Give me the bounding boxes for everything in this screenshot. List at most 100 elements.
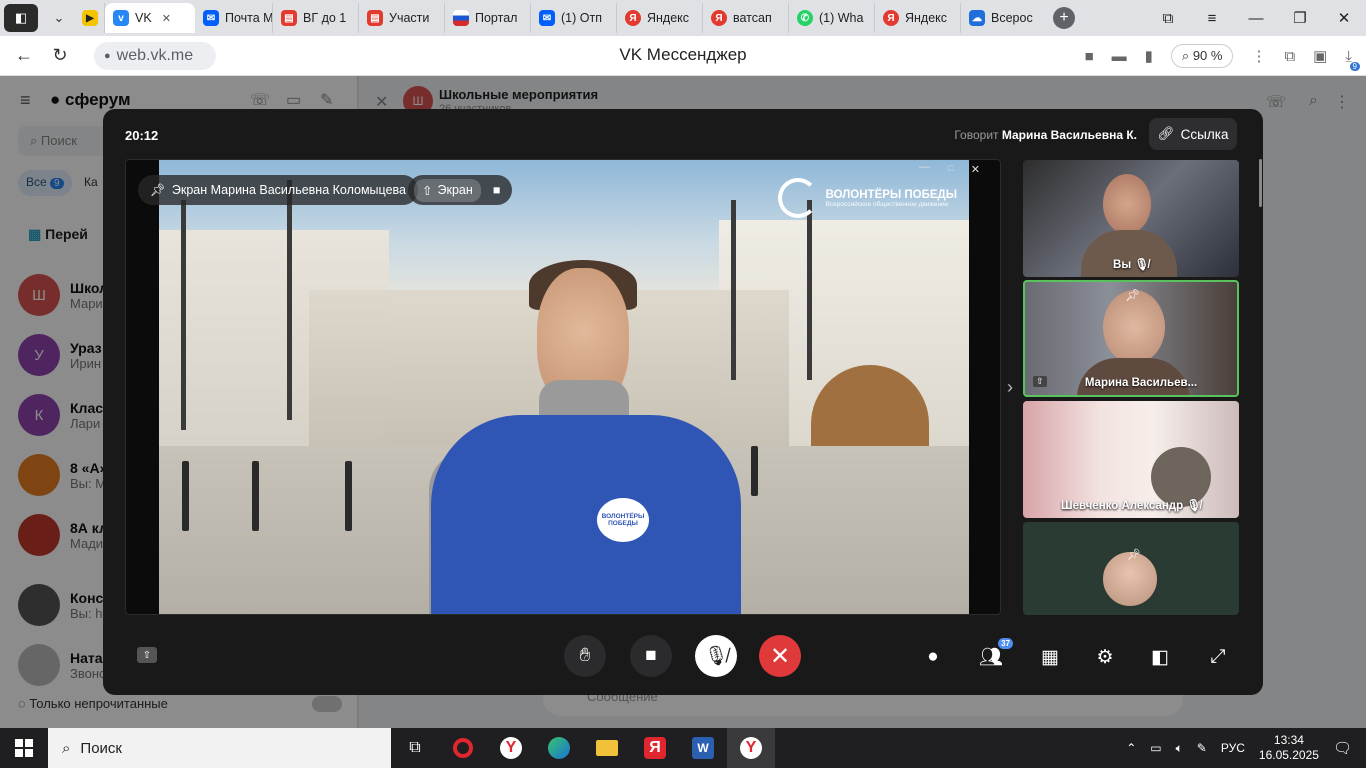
end-call-button[interactable]: ✕ xyxy=(759,635,801,677)
video-scene xyxy=(731,200,736,380)
new-tab-button[interactable]: + xyxy=(1053,7,1075,29)
collections-icon[interactable]: ⧉ xyxy=(1284,48,1295,65)
video-camera-icon: ■ xyxy=(492,183,501,197)
minimize-icon[interactable]: — xyxy=(1234,10,1278,27)
shared-screen-video: ВОЛОНТЁРЫ ПОБЕДЫ ВОЛОНТЁРЫ ПОБЕДЫ Всеросс… xyxy=(159,160,969,614)
tab-mail[interactable]: ✉ Почта M xyxy=(195,3,273,33)
tab-mail-2[interactable]: ✉ (1) Отп xyxy=(531,3,617,33)
opera-icon[interactable] xyxy=(439,728,487,768)
minimize-stage-icon[interactable]: — xyxy=(919,161,930,173)
tab-label: Почта M xyxy=(225,11,273,25)
notifications-icon[interactable]: 🗨︎ xyxy=(1333,739,1352,757)
tab-vk-active[interactable]: v VK ✕ xyxy=(105,3,195,33)
mic-off-icon: 🎙︎̸ xyxy=(1134,259,1149,271)
call-timer: 20:12 xyxy=(125,128,159,143)
screen-owner-chip[interactable]: 📌︎ Экран Марина Васильевна Коломыцева xyxy=(138,175,418,205)
screen-tag-chip[interactable]: ⇧ Экран ■ xyxy=(408,175,513,205)
yandex-browser-icon[interactable]: Y xyxy=(487,728,535,768)
video-scene xyxy=(345,461,352,531)
close-tab-icon[interactable]: ✕ xyxy=(162,12,171,25)
browser-tab-strip: ◧ ⌄ ▶ v VK ✕ ✉ Почта M ▤ ВГ до 1 ▤ Участи П… xyxy=(0,0,1366,36)
zoom-level: 90 % xyxy=(1192,48,1223,63)
participant-tile-self[interactable]: Вы 🎙︎̸ xyxy=(1023,160,1239,277)
call-link-button[interactable]: 🔗︎ Ссылка xyxy=(1149,118,1237,150)
tab-doc-1[interactable]: ▤ ВГ до 1 xyxy=(273,3,359,33)
edge-icon[interactable] xyxy=(535,728,583,768)
chevron-up-icon[interactable]: ⌃ xyxy=(1126,741,1136,755)
chat-bubble-icon[interactable]: ▬ xyxy=(1112,48,1127,65)
participant-tile-3[interactable]: Шевченко Александр 🎙︎̸ xyxy=(1023,401,1239,518)
extension-icon[interactable]: ▣ xyxy=(1313,47,1327,65)
tab-yandex-music[interactable]: ▶ xyxy=(76,3,105,33)
maximize-stage-icon[interactable]: □ xyxy=(949,163,954,173)
layout-icon[interactable]: ◧ xyxy=(1145,643,1175,671)
volunteers-logo-icon xyxy=(777,178,818,218)
yandex-browser-active-icon[interactable]: Y xyxy=(727,728,775,768)
speaker-icon[interactable]: 🔈︎ xyxy=(1176,741,1183,756)
yandex-icon[interactable]: Я xyxy=(631,728,679,768)
mic-toggle-button[interactable]: 🎙︎̸ xyxy=(695,635,737,677)
tab-yandex-1[interactable]: Я Яндекс xyxy=(617,3,703,33)
tab-doc-2[interactable]: ▤ Участи xyxy=(359,3,445,33)
input-language[interactable]: РУС xyxy=(1221,741,1245,755)
sidebar-toggle-icon[interactable]: ◧ xyxy=(4,4,38,32)
tab-cloud[interactable]: ☁ Всерос xyxy=(961,3,1047,33)
participant-video xyxy=(1103,174,1151,234)
clock-time: 13:34 xyxy=(1273,733,1304,747)
tab-label: ватсап xyxy=(733,11,772,25)
tabs-overview-icon[interactable]: ⧉ xyxy=(1146,10,1190,27)
restore-icon[interactable]: ❐ xyxy=(1278,9,1322,27)
more-icon[interactable]: ⋮ xyxy=(1251,47,1266,65)
main-stage[interactable]: ВОЛОНТЁРЫ ПОБЕДЫ ВОЛОНТЁРЫ ПОБЕДЫ Всеросс… xyxy=(125,159,1001,615)
tab-whatsapp[interactable]: ✆ (1) Wha xyxy=(789,3,875,33)
camera-toggle-button[interactable]: ■ xyxy=(630,635,672,677)
address-bar-actions: ■ ▬ ▮ ⌕ 90 % ⋮ ⧉ ▣ ⤓ 9 xyxy=(1085,36,1366,76)
reload-icon[interactable]: ↻ xyxy=(42,45,78,66)
participant-tile-speaker[interactable]: 📌︎ ⇧ Марина Васильев... xyxy=(1023,280,1239,397)
taskbar-search[interactable]: ⌕ Поиск xyxy=(48,728,391,768)
grid-view-icon[interactable]: ▦ xyxy=(1035,643,1065,671)
taskbar-search-label: Поиск xyxy=(80,739,122,757)
download-icon[interactable]: ⤓ 9 xyxy=(1345,48,1360,71)
tab-yandex-3[interactable]: Я Яндекс xyxy=(875,3,961,33)
speaking-name: Марина Васильевна К. xyxy=(1001,128,1137,142)
chat-icon[interactable]: ● xyxy=(918,643,948,671)
pin-icon: 📌︎ xyxy=(1127,549,1141,561)
pen-icon[interactable]: ✎ xyxy=(1197,741,1207,755)
volunteers-watermark: ВОЛОНТЁРЫ ПОБЕДЫ Всероссийское общественн… xyxy=(777,178,957,218)
clock[interactable]: 13:34 16.05.2025 xyxy=(1259,733,1319,763)
whatsapp-icon: ✆ xyxy=(797,10,813,26)
participant-tile-4[interactable]: 📌︎ xyxy=(1023,522,1239,615)
fullscreen-icon[interactable]: ⤢ xyxy=(1203,643,1233,671)
zoom-button[interactable]: ⌕ 90 % xyxy=(1170,44,1234,68)
menu-icon[interactable]: ≡ xyxy=(1190,10,1234,27)
settings-gear-icon[interactable]: ⚙ xyxy=(1090,643,1120,671)
task-view-icon[interactable]: ⧉ xyxy=(391,728,439,768)
file-explorer-icon[interactable] xyxy=(583,728,631,768)
screen-owner-label: Экран Марина Васильевна Коломыцева xyxy=(171,183,406,197)
participants-icon[interactable]: 👥︎ 37 xyxy=(976,638,1013,671)
battery-icon[interactable]: ▭ xyxy=(1150,741,1161,755)
url-field[interactable]: ● web.vk.me xyxy=(94,42,216,70)
word-icon[interactable]: W xyxy=(679,728,727,768)
tab-label: Участи xyxy=(389,11,430,25)
close-stage-icon[interactable]: ✕ xyxy=(971,163,980,176)
chevron-right-icon[interactable]: › xyxy=(1007,377,1013,398)
mail-icon: ✉ xyxy=(203,10,219,26)
tab-yandex-2[interactable]: Яватсап xyxy=(703,3,789,33)
tiles-scrollbar[interactable] xyxy=(1259,159,1262,207)
tab-label: VK xyxy=(135,11,152,25)
raise-hand-button[interactable]: ✋︎ xyxy=(564,635,606,677)
video-scene xyxy=(181,200,186,430)
watermark-sub: Всероссийское общественное движение xyxy=(825,200,949,208)
video-scene xyxy=(751,446,758,496)
back-icon[interactable]: ← xyxy=(6,45,42,66)
screen-tag-label: Экран xyxy=(437,183,473,197)
bookmark-icon[interactable]: ▮ xyxy=(1145,47,1153,65)
tab-portal[interactable]: Портал xyxy=(445,3,531,33)
windows-start-icon[interactable] xyxy=(0,728,48,768)
tab-list-chevron-icon[interactable]: ⌄ xyxy=(42,4,76,32)
camera-icon[interactable]: ■ xyxy=(1085,48,1094,65)
close-window-icon[interactable]: ✕ xyxy=(1322,9,1366,27)
share-screen-small-icon[interactable]: ⇧ xyxy=(137,647,157,663)
